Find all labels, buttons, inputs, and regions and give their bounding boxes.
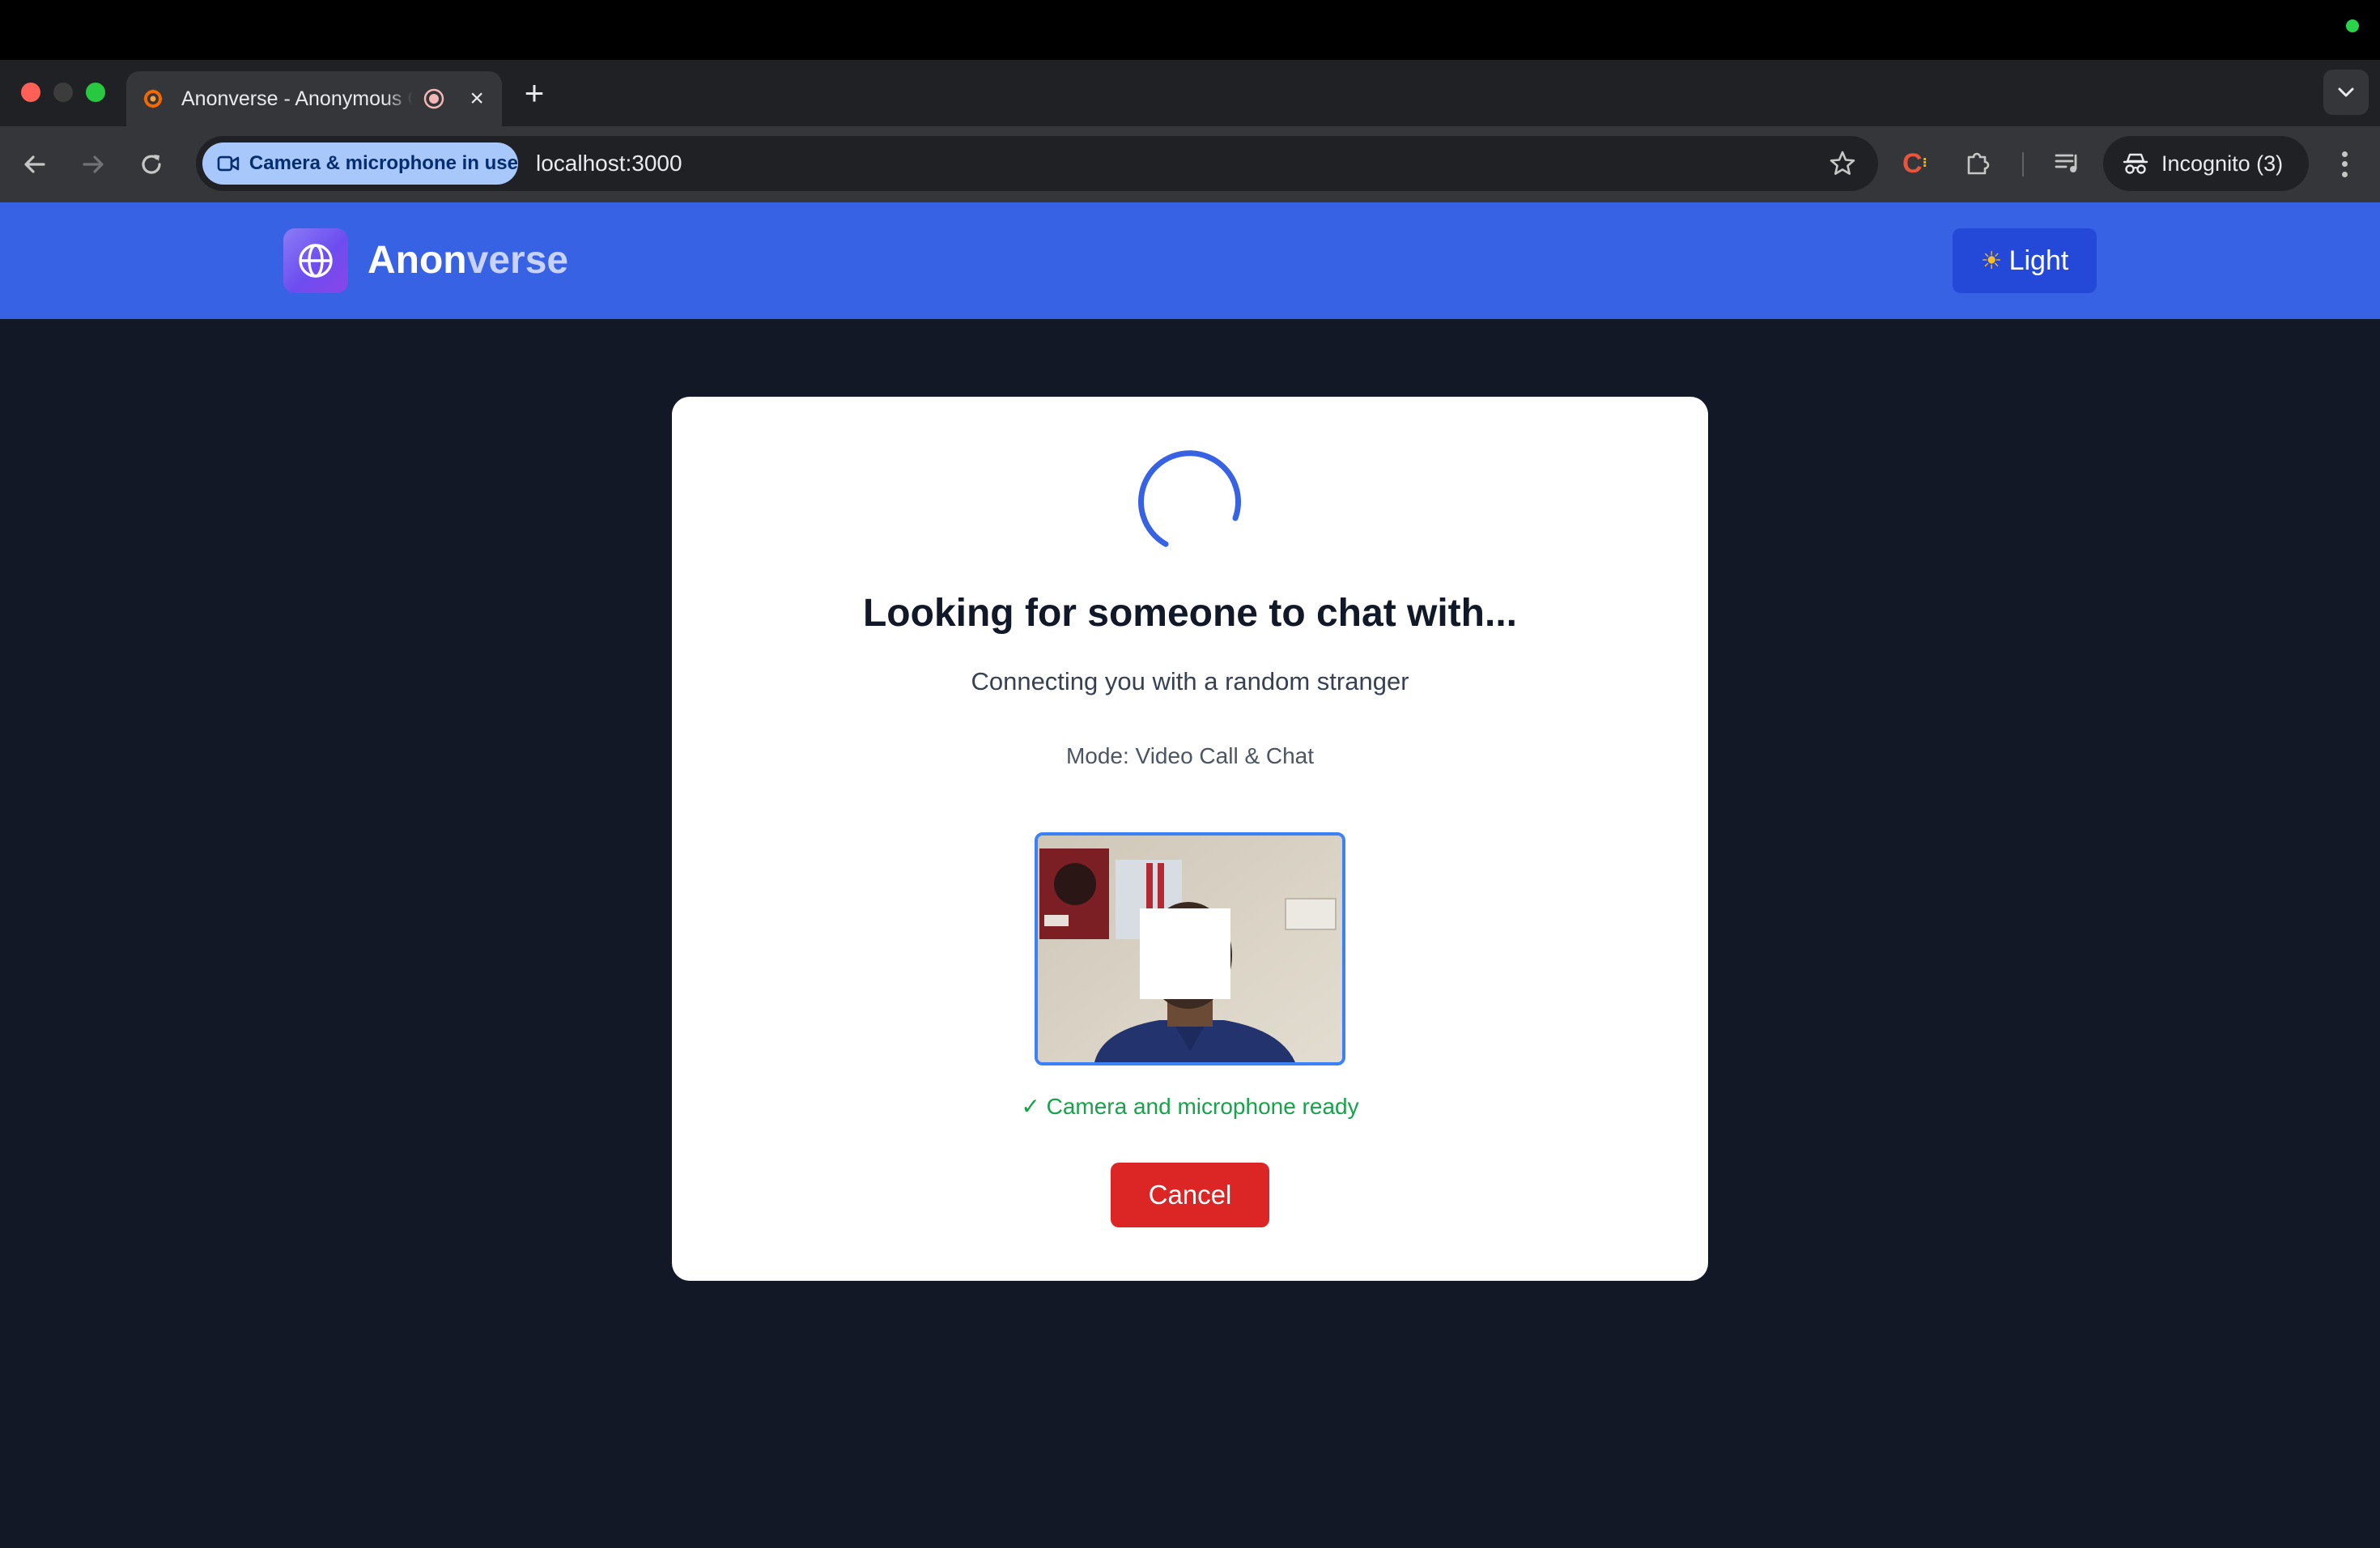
camera-mic-permission-chip[interactable]: Camera & microphone in use bbox=[202, 142, 518, 185]
video-camera-icon bbox=[217, 155, 240, 172]
status-indicator-dot bbox=[2346, 19, 2359, 32]
matching-card: Looking for someone to chat with... Conn… bbox=[672, 397, 1708, 1281]
back-button[interactable] bbox=[16, 146, 53, 183]
new-tab-button[interactable]: + bbox=[518, 73, 550, 113]
toolbar-separator bbox=[2022, 152, 2024, 176]
extension-c-icon[interactable]: C⁝ bbox=[1902, 147, 1927, 180]
browser-menu-kebab-icon[interactable] bbox=[2328, 146, 2361, 183]
sun-icon: ☀ bbox=[1980, 247, 2003, 274]
brand-part-verse: verse bbox=[466, 239, 569, 282]
bookmark-star-icon[interactable] bbox=[1828, 149, 1857, 178]
browser-tab-active[interactable]: Anonverse - Anonymous Chat × bbox=[126, 71, 502, 126]
device-ready-status: ✓ Camera and microphone ready bbox=[1021, 1094, 1359, 1119]
globe-icon bbox=[299, 244, 333, 278]
incognito-profile-button[interactable]: Incognito (3) bbox=[2103, 136, 2309, 191]
arrow-right-icon bbox=[83, 155, 104, 173]
extension-c-label: C bbox=[1902, 148, 1923, 179]
os-menu-bar bbox=[0, 0, 2380, 60]
incognito-label: Incognito (3) bbox=[2161, 151, 2284, 176]
arrow-left-icon bbox=[24, 155, 45, 173]
theme-toggle-label: Light bbox=[2008, 245, 2069, 276]
url-text[interactable]: localhost:3000 bbox=[536, 151, 682, 176]
extensions-puzzle-icon[interactable] bbox=[1962, 147, 1995, 180]
window-close-button[interactable] bbox=[21, 83, 40, 102]
media-controls-icon[interactable] bbox=[2051, 147, 2084, 180]
window-minimize-button[interactable] bbox=[53, 83, 73, 102]
forward-button[interactable] bbox=[74, 146, 112, 183]
local-video-preview bbox=[1035, 832, 1345, 1065]
matching-subtitle: Connecting you with a random stranger bbox=[971, 667, 1409, 695]
tab-title: Anonverse - Anonymous Chat bbox=[181, 87, 413, 110]
app-page: Anonverse ☀ Light Looking for someone to… bbox=[0, 202, 2380, 1548]
grafana-favicon-icon bbox=[143, 89, 163, 108]
brand-name[interactable]: Anonverse bbox=[368, 236, 568, 285]
cancel-button[interactable]: Cancel bbox=[1111, 1163, 1269, 1227]
chevron-down-icon bbox=[2338, 87, 2354, 97]
reload-button[interactable] bbox=[133, 146, 170, 183]
browser-toolbar: Camera & microphone in use localhost:300… bbox=[0, 126, 2380, 202]
address-bar[interactable]: Camera & microphone in use localhost:300… bbox=[196, 136, 1878, 191]
tab-search-button[interactable] bbox=[2323, 70, 2369, 115]
globe-logo-icon bbox=[283, 228, 348, 293]
camera-feed-image bbox=[1038, 836, 1342, 1062]
theme-toggle-button[interactable]: ☀ Light bbox=[1953, 228, 2097, 293]
recording-indicator-icon bbox=[423, 88, 444, 109]
app-header: Anonverse ☀ Light bbox=[0, 202, 2380, 319]
tab-close-icon[interactable]: × bbox=[465, 87, 489, 111]
window-zoom-button[interactable] bbox=[86, 83, 105, 102]
chat-mode-label: Mode: Video Call & Chat bbox=[1065, 743, 1315, 768]
incognito-icon bbox=[2123, 153, 2148, 174]
camera-mic-chip-label: Camera & microphone in use bbox=[249, 152, 518, 174]
matching-title: Looking for someone to chat with... bbox=[862, 592, 1517, 635]
brand-part-anon: Anon bbox=[368, 239, 467, 282]
loading-spinner-icon bbox=[1138, 450, 1241, 547]
browser-tab-strip: Anonverse - Anonymous Chat × + bbox=[0, 60, 2380, 126]
reload-icon bbox=[142, 155, 161, 174]
